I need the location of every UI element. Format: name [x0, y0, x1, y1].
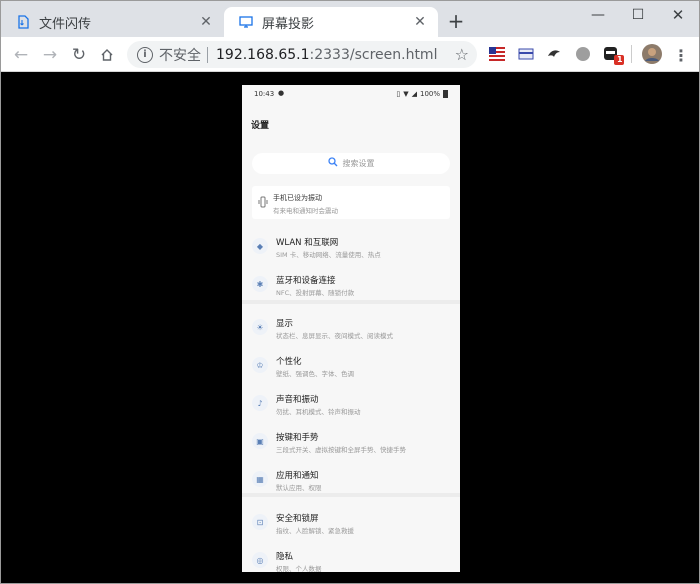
- not-secure-label: 不安全: [159, 47, 201, 64]
- status-time: 10:43: [254, 90, 275, 98]
- settings-item[interactable]: ⊡ 安全和锁屏指纹、人脸解锁、紧急救援: [242, 503, 460, 541]
- settings-search-input[interactable]: 搜索设置: [252, 153, 450, 174]
- settings-item-label: 应用和通知: [276, 471, 319, 481]
- settings-item[interactable]: ♔ 个性化壁纸、强调色、字体、色调: [242, 346, 460, 384]
- cell-signal-icon: ◢: [411, 90, 417, 98]
- settings-item-label: 安全和锁屏: [276, 514, 319, 524]
- settings-item-subtitle: NFC、投射屏幕、随锁付款: [276, 289, 355, 297]
- close-window-icon[interactable]: ✕: [655, 1, 699, 29]
- wifi-icon: ◆: [252, 238, 268, 254]
- wifi-signal-icon: ▼: [403, 90, 409, 98]
- battery-percent: 100%: [419, 90, 440, 98]
- settings-item-subtitle: 默认应用、权限: [276, 484, 322, 492]
- avatar[interactable]: [642, 44, 662, 64]
- address-bar[interactable]: i 不安全 192.168.65.1:2333/screen.html ☆: [127, 41, 477, 68]
- tab-title: 屏幕投影: [262, 16, 315, 32]
- search-placeholder: 搜索设置: [342, 159, 375, 168]
- settings-item[interactable]: ◎ 隐私权限、个人数据: [242, 541, 460, 572]
- card-extension-icon[interactable]: [518, 46, 534, 62]
- settings-item-subtitle: 权限、个人数据: [276, 565, 322, 572]
- settings-item-subtitle: 勿扰、耳机模式、铃声和振动: [276, 408, 361, 416]
- browser-toolbar: ← → ↻ i 不安全 192.168.65.1:2333/screen.htm…: [1, 37, 699, 72]
- phone-screen[interactable]: 10:43 ● ▯ ▼ ◢ 100% 设置 搜索设置 手机已设为振动 有来电和通…: [242, 85, 460, 572]
- settings-item-subtitle: 指纹、人脸解锁、紧急救援: [276, 527, 354, 535]
- keys-icon: ▣: [252, 433, 268, 449]
- new-tab-button[interactable]: +: [446, 11, 466, 32]
- settings-item[interactable]: ♪ 声音和振动勿扰、耳机模式、铃声和振动: [242, 384, 460, 422]
- url-host: 192.168.65.1: [216, 46, 310, 63]
- vibration-notice-subtitle: 有来电和通知时会震动: [273, 207, 338, 215]
- settings-item-subtitle: SIM 卡、移动网络、流量使用、热点: [276, 251, 381, 259]
- tab-strip: 文件闪传 ✕ 屏幕投影 ✕ + — ☐ ✕: [1, 1, 699, 37]
- close-tab-icon[interactable]: ✕: [412, 14, 428, 30]
- battery-icon: [443, 90, 448, 98]
- lock-icon: ⊡: [252, 514, 268, 530]
- url-path: :2333/screen.html: [309, 46, 438, 63]
- forward-icon[interactable]: →: [38, 43, 62, 67]
- back-icon[interactable]: ←: [9, 43, 33, 67]
- extension-badge: 1: [617, 55, 623, 64]
- settings-item-label: 显示: [276, 319, 294, 329]
- notification-extension-icon[interactable]: 1: [603, 46, 625, 65]
- settings-item-subtitle: 壁纸、强调色、字体、色调: [276, 370, 354, 378]
- privacy-icon: ◎: [252, 552, 268, 568]
- mic-icon: ●: [278, 89, 285, 97]
- reload-icon[interactable]: ↻: [67, 43, 91, 67]
- settings-item[interactable]: ✱ 蓝牙和设备连接 NFC、投射屏幕、随锁付款: [242, 265, 460, 303]
- bird-extension-icon[interactable]: [546, 46, 562, 62]
- settings-item[interactable]: ◆ WLAN 和互联网 SIM 卡、移动网络、流量使用、热点: [242, 227, 460, 265]
- separator: [207, 46, 208, 63]
- settings-item-label: 声音和振动: [276, 395, 319, 405]
- menu-kebab-icon[interactable]: ⋮: [669, 43, 693, 67]
- phone-status-bar: 10:43 ● ▯ ▼ ◢ 100%: [242, 85, 460, 103]
- bluetooth-icon: ✱: [252, 276, 268, 292]
- screen-projection-icon: [238, 14, 254, 30]
- page-title: 设置: [251, 121, 270, 131]
- settings-item-label: 蓝牙和设备连接: [276, 276, 336, 286]
- tab-screen-projection[interactable]: 屏幕投影 ✕: [224, 7, 438, 37]
- settings-item-label: WLAN 和互联网: [276, 238, 339, 248]
- vibration-notice-card[interactable]: 手机已设为振动 有来电和通知时会震动: [252, 186, 450, 219]
- vibrate-icon: [258, 196, 268, 211]
- shirt-icon: ♔: [252, 357, 268, 373]
- tab-file-transfer[interactable]: 文件闪传 ✕: [1, 7, 224, 37]
- close-tab-icon[interactable]: ✕: [198, 14, 214, 30]
- settings-item-label: 按键和手势: [276, 433, 319, 443]
- home-icon[interactable]: [95, 43, 119, 67]
- bookmark-star-icon[interactable]: ☆: [455, 45, 469, 64]
- apps-icon: ▦: [252, 471, 268, 487]
- tab-title: 文件闪传: [39, 16, 92, 32]
- browser-window: 文件闪传 ✕ 屏幕投影 ✕ + — ☐ ✕ ← → ↻ i 不安全 192.16…: [0, 0, 700, 584]
- us-flag-extension-icon[interactable]: [489, 46, 505, 62]
- vibrate-icon: ▯: [396, 90, 401, 98]
- settings-item[interactable]: ▣ 按键和手势三段式开关、虚拟按键和全屏手势、快捷手势: [242, 422, 460, 460]
- settings-item[interactable]: ▦ 应用和通知默认应用、权限: [242, 460, 460, 498]
- settings-item[interactable]: ☀ 显示状态栏、息屏显示、夜间模式、阅读模式: [242, 308, 460, 346]
- gray-circle-extension-icon[interactable]: [575, 46, 591, 62]
- settings-item-subtitle: 状态栏、息屏显示、夜间模式、阅读模式: [276, 332, 393, 340]
- brightness-icon: ☀: [252, 319, 268, 335]
- info-icon[interactable]: i: [137, 46, 153, 63]
- settings-item-subtitle: 三段式开关、虚拟按键和全屏手势、快捷手势: [276, 446, 406, 454]
- settings-item-label: 个性化: [276, 357, 302, 367]
- toolbar-divider: [631, 45, 632, 63]
- speaker-icon: ♪: [252, 395, 268, 411]
- vibration-notice-title: 手机已设为振动: [273, 194, 322, 202]
- search-icon: [327, 157, 338, 170]
- file-transfer-icon: [15, 14, 31, 30]
- settings-item-label: 隐私: [276, 552, 294, 562]
- status-right: ▯ ▼ ◢ 100%: [396, 90, 448, 98]
